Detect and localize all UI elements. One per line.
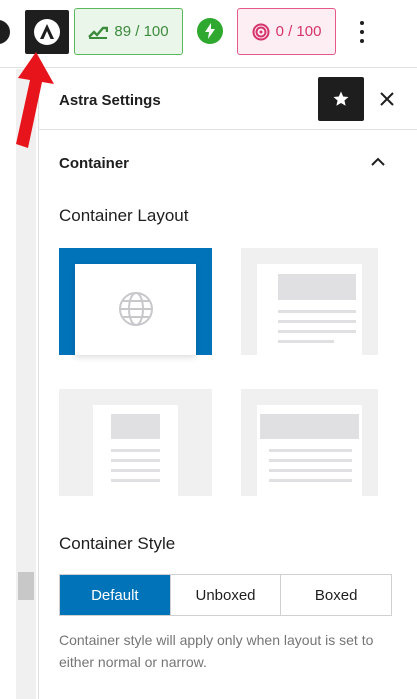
seo-score-button[interactable]: 89 / 100 <box>74 8 183 55</box>
seo-graph-icon <box>88 26 109 39</box>
readability-score-button[interactable]: 0 / 100 <box>237 8 336 55</box>
container-style-label: Container Style <box>59 534 176 553</box>
star-button[interactable] <box>318 77 364 121</box>
container-layout-label: Container Layout <box>59 206 189 225</box>
style-unboxed-button[interactable]: Unboxed <box>170 575 282 615</box>
container-section-toggle[interactable]: Container <box>39 131 417 193</box>
seo-score-value: 89 / 100 <box>114 23 169 40</box>
scrollbar-thumb[interactable] <box>18 572 34 600</box>
close-icon[interactable] <box>375 87 399 111</box>
layout-option-normal[interactable] <box>241 248 378 355</box>
kebab-menu-icon[interactable] <box>355 18 369 46</box>
readability-icon <box>252 23 270 40</box>
style-boxed-button[interactable]: Boxed <box>281 575 392 615</box>
editor-toolbar: 89 / 100 0 / 100 <box>0 0 417 68</box>
panel-title: Astra Settings <box>59 92 161 109</box>
star-icon <box>333 91 349 106</box>
editor-scroll-rail <box>16 69 36 699</box>
annotation-arrow-icon <box>16 52 54 148</box>
chevron-up-icon <box>371 157 385 166</box>
astra-settings-panel: Astra Settings Container Container Layou… <box>38 69 417 699</box>
layout-option-narrow[interactable] <box>59 389 212 496</box>
style-default-button[interactable]: Default <box>60 575 171 615</box>
layout-option-boxed[interactable] <box>241 389 378 496</box>
readability-score-value: 0 / 100 <box>275 23 322 40</box>
globe-icon <box>119 292 153 326</box>
panel-header: Astra Settings <box>39 69 417 130</box>
section-title: Container <box>59 155 130 172</box>
container-style-segmented-control: Default Unboxed Boxed <box>59 574 392 616</box>
bolt-icon[interactable] <box>197 18 223 44</box>
layout-option-full-width[interactable] <box>59 248 212 355</box>
container-style-help-text: Container style will apply only when lay… <box>59 632 374 670</box>
